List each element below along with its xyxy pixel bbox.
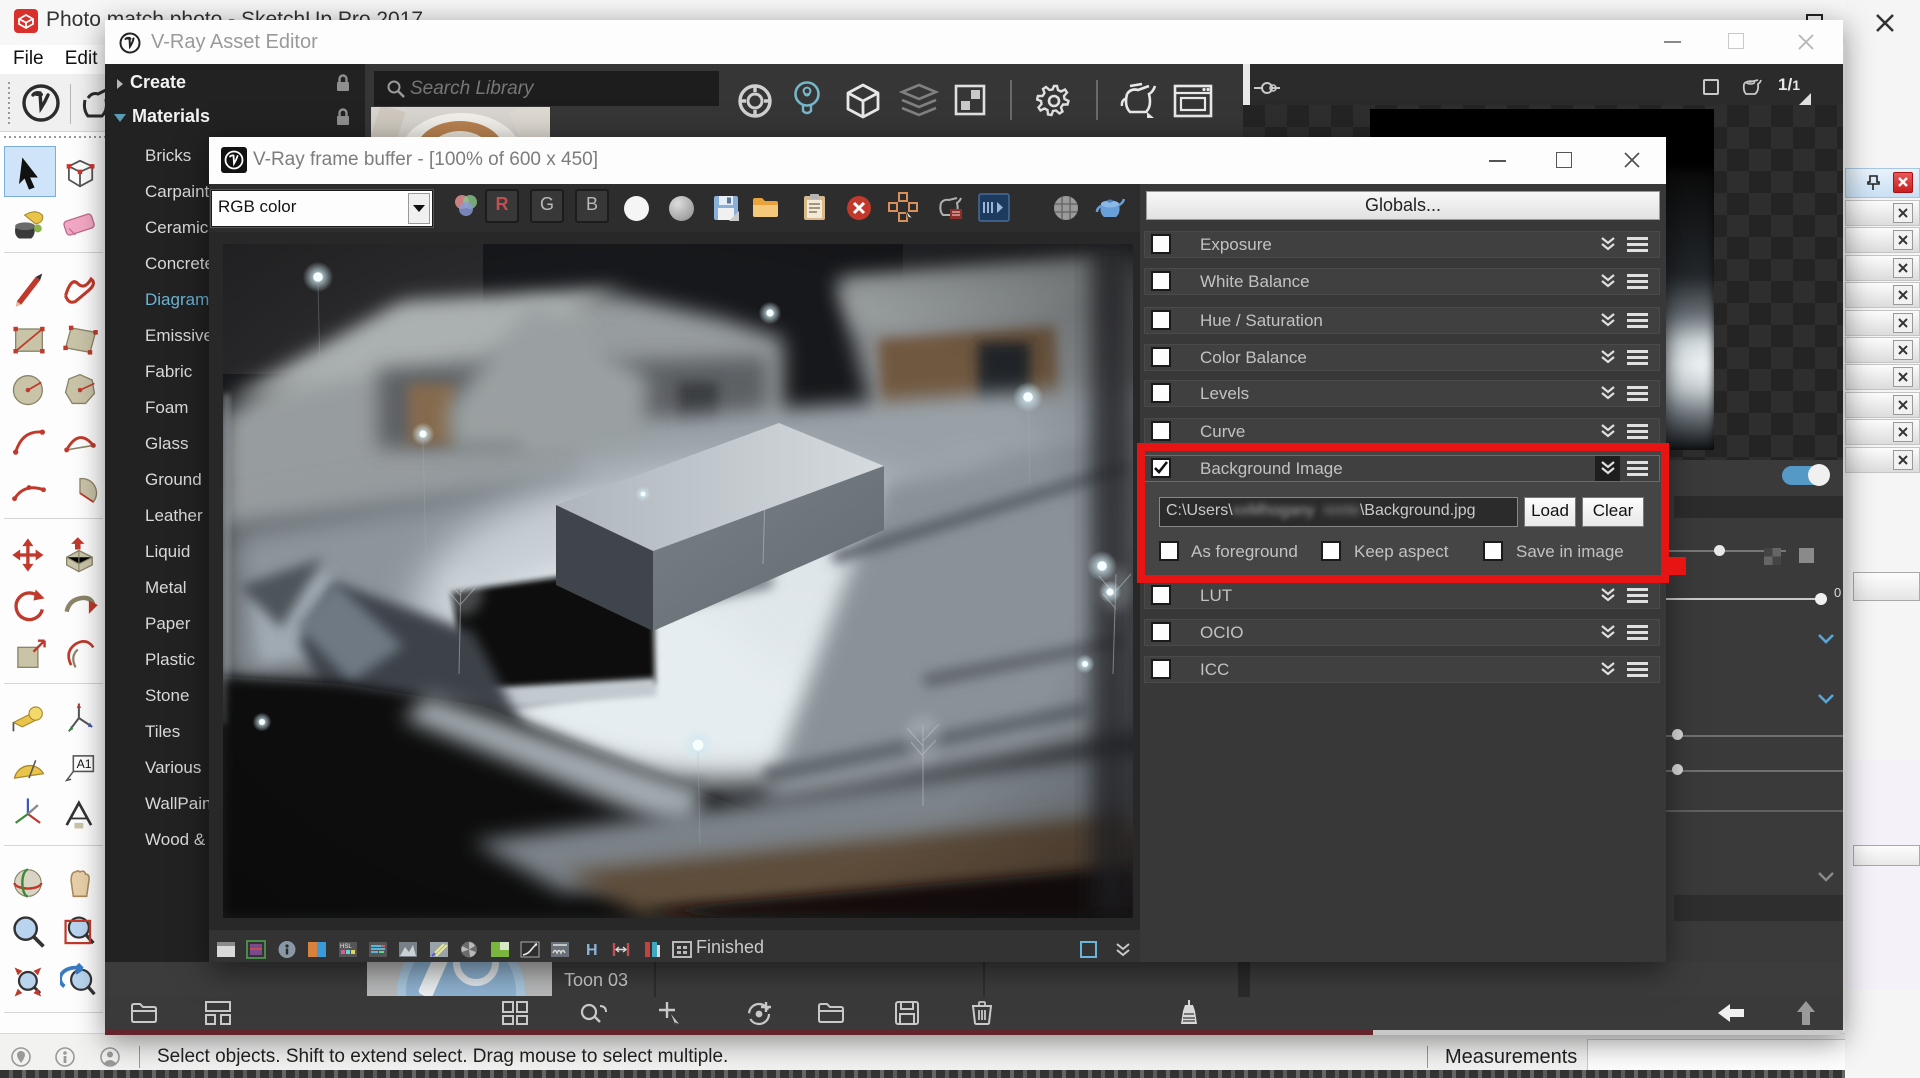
svg-text:HSL: HSL <box>340 944 352 950</box>
svg-text:A1: A1 <box>77 757 92 771</box>
svg-text:H: H <box>586 942 598 959</box>
